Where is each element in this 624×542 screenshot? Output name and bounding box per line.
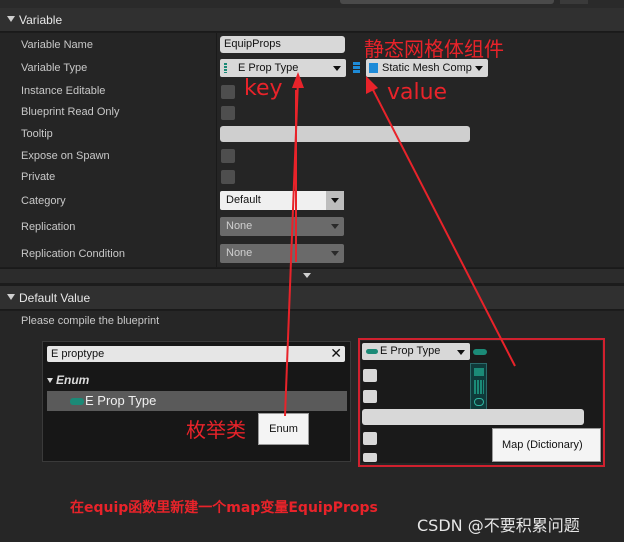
annotation-value: value	[387, 80, 448, 105]
arrow-head	[292, 72, 304, 88]
annotation-arrows	[284, 72, 516, 417]
annotation-enum: 枚举类	[186, 418, 246, 442]
arrow-to-value	[369, 83, 516, 367]
watermark: CSDN @不要积累问题	[417, 516, 580, 535]
annotation-static-mesh: 静态网格体组件	[364, 37, 504, 61]
annotation-bottom-note: 在equip函数里新建一个map变量EquipProps	[70, 500, 378, 516]
annotation-key: key	[244, 76, 283, 101]
arrow-head	[366, 76, 378, 94]
